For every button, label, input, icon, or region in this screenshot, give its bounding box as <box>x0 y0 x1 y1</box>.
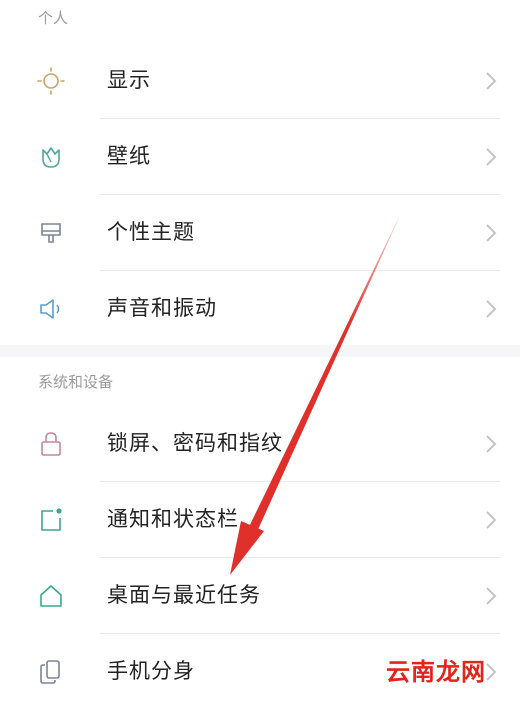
theme-brush-icon <box>36 218 66 248</box>
section-separator <box>0 345 520 357</box>
settings-item-label: 个性主题 <box>107 220 195 244</box>
settings-item-notifications[interactable]: 通知和状态栏 <box>0 481 520 557</box>
settings-item-wallpaper[interactable]: 壁纸 <box>0 118 520 194</box>
lock-icon <box>36 429 66 459</box>
settings-item-label: 显示 <box>107 68 151 92</box>
speaker-icon <box>36 294 66 324</box>
settings-item-lockscreen[interactable]: 锁屏、密码和指纹 <box>0 405 520 481</box>
notification-icon <box>36 505 66 535</box>
chevron-right-icon <box>486 587 497 605</box>
chevron-right-icon <box>486 663 497 681</box>
chevron-right-icon <box>486 148 497 166</box>
settings-item-label: 声音和振动 <box>107 296 217 320</box>
watermark-logo: 云南龙网 <box>386 658 486 686</box>
section-header-system: 系统和设备 <box>38 373 114 391</box>
chevron-right-icon <box>486 224 497 242</box>
dual-phone-icon <box>36 657 66 687</box>
home-icon <box>36 581 66 611</box>
chevron-right-icon <box>486 300 497 318</box>
brightness-icon <box>36 66 66 96</box>
settings-item-label: 手机分身 <box>107 659 195 683</box>
settings-item-home-recents[interactable]: 桌面与最近任务 <box>0 557 520 633</box>
settings-item-sound[interactable]: 声音和振动 <box>0 270 520 346</box>
wallpaper-tulip-icon <box>36 142 66 172</box>
settings-item-theme[interactable]: 个性主题 <box>0 194 520 270</box>
settings-item-label: 桌面与最近任务 <box>107 583 261 607</box>
settings-item-label: 锁屏、密码和指纹 <box>107 431 283 455</box>
row-divider <box>100 118 500 119</box>
settings-item-display[interactable]: 显示 <box>0 42 520 118</box>
section-header-personal: 个人 <box>38 9 69 27</box>
chevron-right-icon <box>486 511 497 529</box>
settings-item-label: 壁纸 <box>107 144 151 168</box>
settings-item-label: 通知和状态栏 <box>107 507 239 531</box>
chevron-right-icon <box>486 435 497 453</box>
chevron-right-icon <box>486 72 497 90</box>
